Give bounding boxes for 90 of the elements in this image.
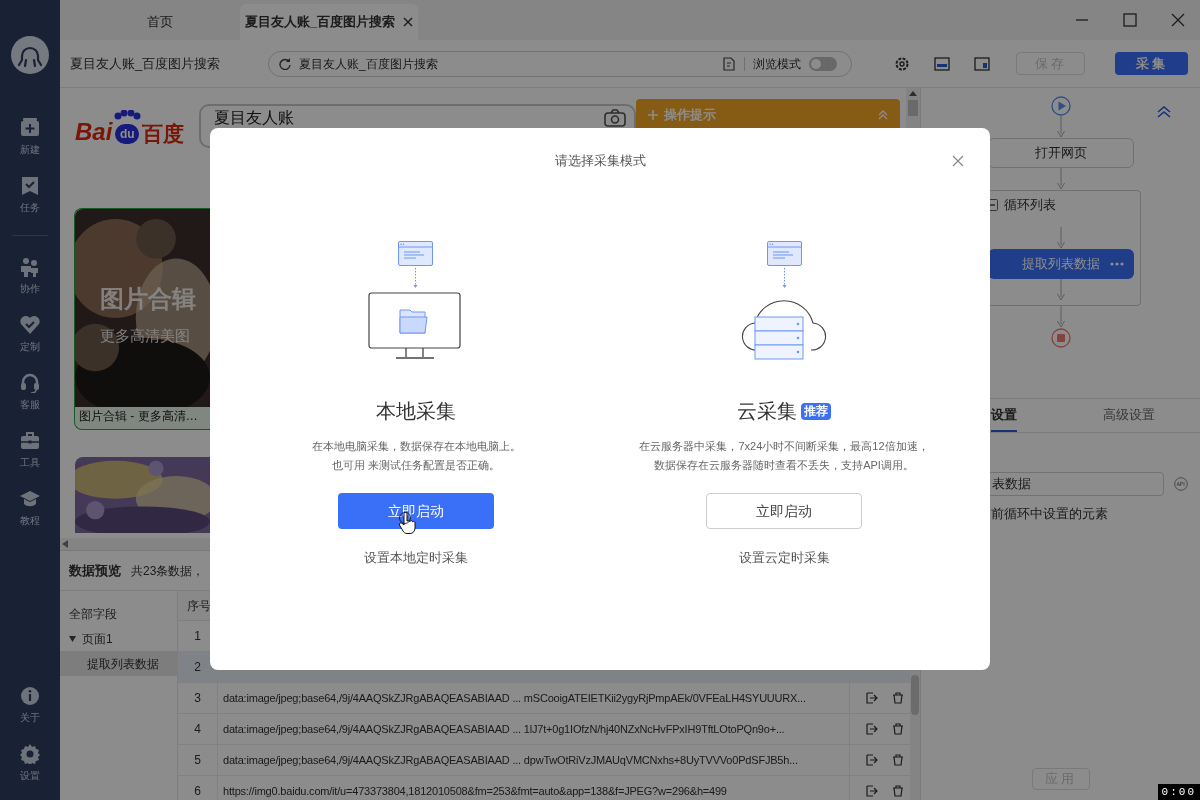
export-icon[interactable] [866, 785, 878, 797]
tab[interactable]: 夏目友人账_百度图片搜索 [240, 4, 418, 40]
play-icon[interactable] [1050, 96, 1071, 116]
sidebar-item[interactable]: 客服 [0, 363, 60, 421]
more-icon[interactable] [1109, 262, 1124, 266]
field-tree-item[interactable]: 全部字段 [60, 601, 177, 626]
page-title: 夏目友人账_百度图片搜索 [70, 54, 222, 73]
tips-panel-title: 操作提示 [664, 105, 717, 124]
sidebar-item[interactable]: 设置 [0, 734, 60, 792]
connector-arrow [1055, 168, 1066, 190]
table-cell-text: data:image/jpeg;base64,/9j/4AAQSkZJRgABAQEASABIAAD ... mSCooigATEIETKii2ygyRjPmpAEk/0VFEaLH4SYUUURX... [223, 690, 806, 706]
settings-icon[interactable] [894, 55, 910, 72]
description-text: 在云服务器中采集，7x24小时不间断采集，最高12倍加速， [639, 439, 929, 454]
note-text: 前循环中设置的元素 [990, 505, 1109, 523]
double-chevron-up-icon[interactable] [1157, 106, 1171, 118]
maximize-icon[interactable] [1120, 10, 1140, 30]
panel-bottom-icon[interactable] [934, 56, 950, 71]
panel-right-icon[interactable] [974, 56, 990, 71]
field-tree-item[interactable]: 提取列表数据 [60, 651, 177, 676]
start-button[interactable]: 立即启动 [706, 493, 862, 529]
toggle-switch[interactable] [809, 56, 837, 71]
workflow-step[interactable]: 打开网页 [987, 138, 1134, 168]
schedule-link[interactable]: 设置云定时采集 [738, 548, 830, 568]
headset-icon [20, 372, 40, 393]
plus-icon [648, 109, 658, 120]
left-arrow-icon[interactable] [62, 540, 68, 548]
caret-down-icon [69, 635, 76, 642]
collect-button[interactable]: 采集 [1115, 52, 1188, 75]
sidebar-item[interactable]: 新建 [0, 108, 60, 166]
sidebar-item[interactable]: 协作 [0, 247, 60, 305]
row-number-cell: 5 [178, 745, 218, 775]
sidebar-item[interactable]: 任务 [0, 166, 60, 224]
tab[interactable]: 高级设置 [1103, 399, 1155, 432]
option-title: 本地采集 [376, 399, 456, 424]
up-arrow-icon[interactable] [909, 91, 917, 96]
row-number-cell: 4 [178, 714, 218, 744]
panel-title: 数据预览 [69, 561, 121, 580]
settings-icon [20, 743, 40, 764]
field-tree-item[interactable]: 页面1 [60, 626, 177, 651]
connector-arrow [1055, 279, 1066, 301]
reload-icon[interactable] [279, 57, 291, 70]
export-icon[interactable] [866, 723, 878, 735]
trash-icon[interactable] [892, 692, 904, 704]
close-icon[interactable] [403, 17, 414, 27]
record-count: 共23条数据， [131, 562, 205, 580]
briefcase-icon [20, 430, 40, 451]
connector-arrow [1055, 227, 1066, 249]
api-icon[interactable] [1174, 477, 1188, 491]
table-cell-text: https://img0.baidu.com/it/u=473373804,1812010508&fm=253&fmt=auto&app=138&f=JPEG?w=296&h=499 [223, 783, 727, 799]
sidebar-item[interactable]: 教程 [0, 479, 60, 537]
schedule-link[interactable]: 设置本地定时采集 [364, 548, 468, 568]
trash-icon[interactable] [892, 723, 904, 735]
workflow-step[interactable]: 提取列表数据 [987, 249, 1134, 279]
trash-icon[interactable] [892, 754, 904, 766]
browse-mode-label: 浏览模式 [753, 55, 801, 73]
loop-label: 循环列表 [1003, 196, 1056, 215]
connector-arrow [1055, 116, 1066, 138]
connector-arrow [1055, 306, 1066, 328]
description-text: 在本地电脑采集，数据保存在本地电脑上。 [311, 439, 521, 454]
tab[interactable]: 首页 [80, 4, 240, 40]
description-text: 也可用 来测试任务配置是否正确。 [331, 457, 501, 473]
sidebar-item[interactable]: 定制 [0, 305, 60, 363]
stop-icon[interactable] [1050, 328, 1071, 348]
trash-icon[interactable] [892, 785, 904, 797]
modal-title: 请选择采集模式 [554, 152, 646, 171]
camera-icon[interactable] [604, 109, 627, 127]
recommended-badge: 推荐 [801, 402, 831, 420]
export-icon[interactable] [866, 692, 878, 704]
close-icon[interactable] [952, 155, 964, 167]
people-icon [20, 256, 40, 277]
export-icon[interactable] [866, 754, 878, 766]
octopus-logo-icon[interactable] [11, 36, 49, 74]
graduation-cap-icon [20, 488, 40, 509]
description-text: 数据保存在云服务器随时查看不丢失，支持API调用。 [654, 457, 914, 473]
info-icon [20, 685, 40, 706]
sidebar-item[interactable]: 关于 [0, 676, 60, 734]
row-number-cell: 6 [178, 776, 218, 800]
table-cell-text: data:image/jpeg;base64,/9j/4AAQSkZJRgABAQEASABIAAD ... 1lJ7t+0g1IOfzN/hj40NZxNcHvFPxIH9TftLOtoPQn9o+... [223, 721, 785, 737]
plus-icon [20, 117, 40, 138]
table-cell-text: data:image/jpeg;base64,/9j/4AAQSkZJRgABAQEASABIAAD ... dpwTwOtRiVzJMAUqVMCNxhs+8UyTVVVo0PdSFJB5h... [223, 752, 798, 768]
row-number-cell: 3 [178, 683, 218, 713]
document-edit-icon[interactable] [722, 56, 736, 71]
scrollbar-thumb[interactable] [908, 100, 918, 116]
column-header: 序号 [186, 597, 212, 615]
bookmark-check-icon [20, 175, 40, 196]
option-title: 云采集 [737, 399, 797, 424]
card-caption: 图片合辑 - 更多高清… [78, 408, 199, 425]
heart-check-icon [20, 314, 40, 335]
address-text: 夏目友人账_百度图片搜索 [299, 55, 439, 73]
baidu-logo[interactable]: Bai du 百度 [75, 104, 185, 144]
